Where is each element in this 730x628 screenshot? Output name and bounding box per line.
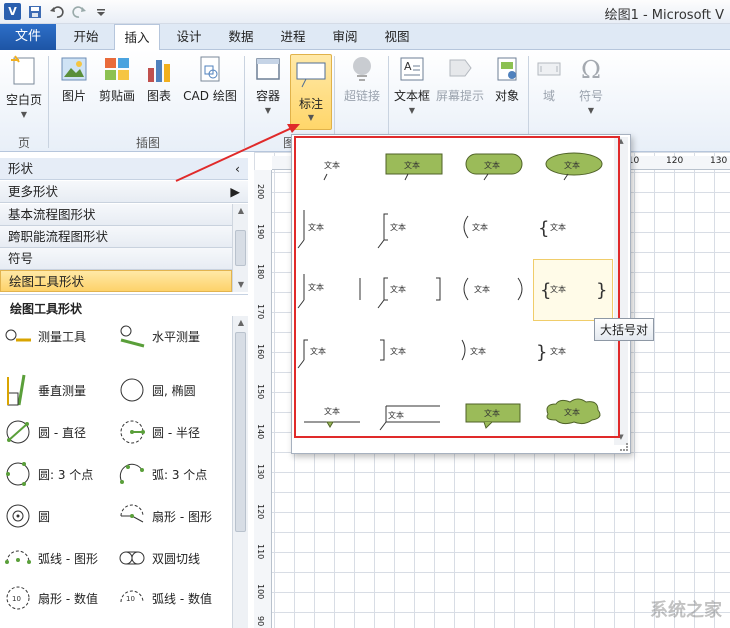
resize-grip-icon[interactable] [620, 443, 628, 451]
gallery-tooltip: 大括号对 [594, 318, 655, 341]
highlight-frame [294, 136, 620, 438]
watermark-text: 系统之家 [650, 600, 722, 621]
